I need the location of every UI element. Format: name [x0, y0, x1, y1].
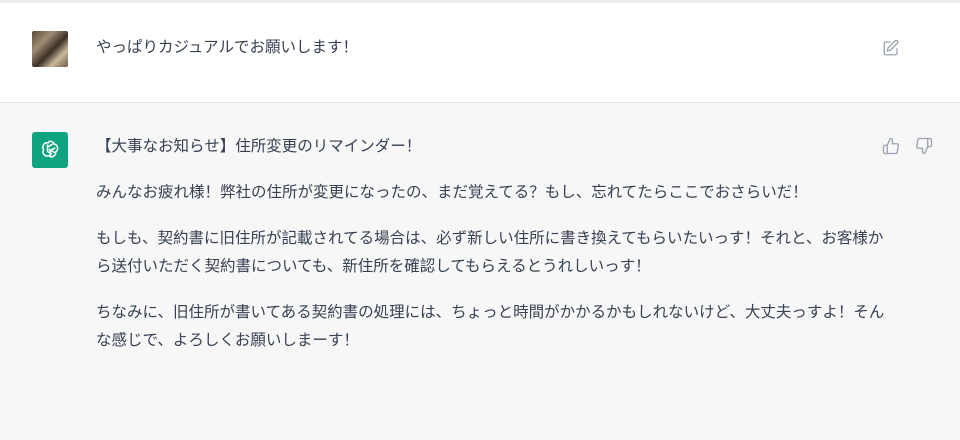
thumbs-up-button[interactable] [880, 135, 902, 157]
edit-message-button[interactable] [880, 37, 902, 59]
openai-logo-icon [38, 138, 62, 162]
assistant-avatar [32, 132, 68, 168]
paragraph-closing: ちなみに、旧住所が書いてある契約書の処理には、ちょっと時間がかかるかもしれないけ… [96, 303, 885, 349]
assistant-message-row: 【大事なお知らせ】住所変更のリマインダー！ みんなお疲れ様！弊社の住所が変更にな… [0, 103, 960, 440]
user-avatar [32, 31, 68, 67]
announcement-title: 【大事なお知らせ】住所変更のリマインダー！ [96, 137, 422, 155]
user-message-row: やっぱりカジュアルでお願いします！ [0, 3, 960, 103]
assistant-message-text: 【大事なお知らせ】住所変更のリマインダー！ みんなお疲れ様！弊社の住所が変更にな… [96, 132, 886, 372]
thumbs-down-icon [915, 137, 933, 155]
paragraph-contract-update: もしも、契約書に旧住所が記載されてる場合は、必ず新しい住所に書き換えてもらいたい… [96, 229, 884, 275]
thumbs-down-button[interactable] [913, 135, 935, 157]
pencil-square-icon [882, 39, 900, 57]
user-message-text: やっぱりカジュアルでお願いします！ [96, 38, 358, 56]
thumbs-up-icon [882, 137, 900, 155]
paragraph-greeting: みんなお疲れ様！弊社の住所が変更になったの、まだ覚えてる？もし、忘れてたらここで… [96, 183, 808, 201]
